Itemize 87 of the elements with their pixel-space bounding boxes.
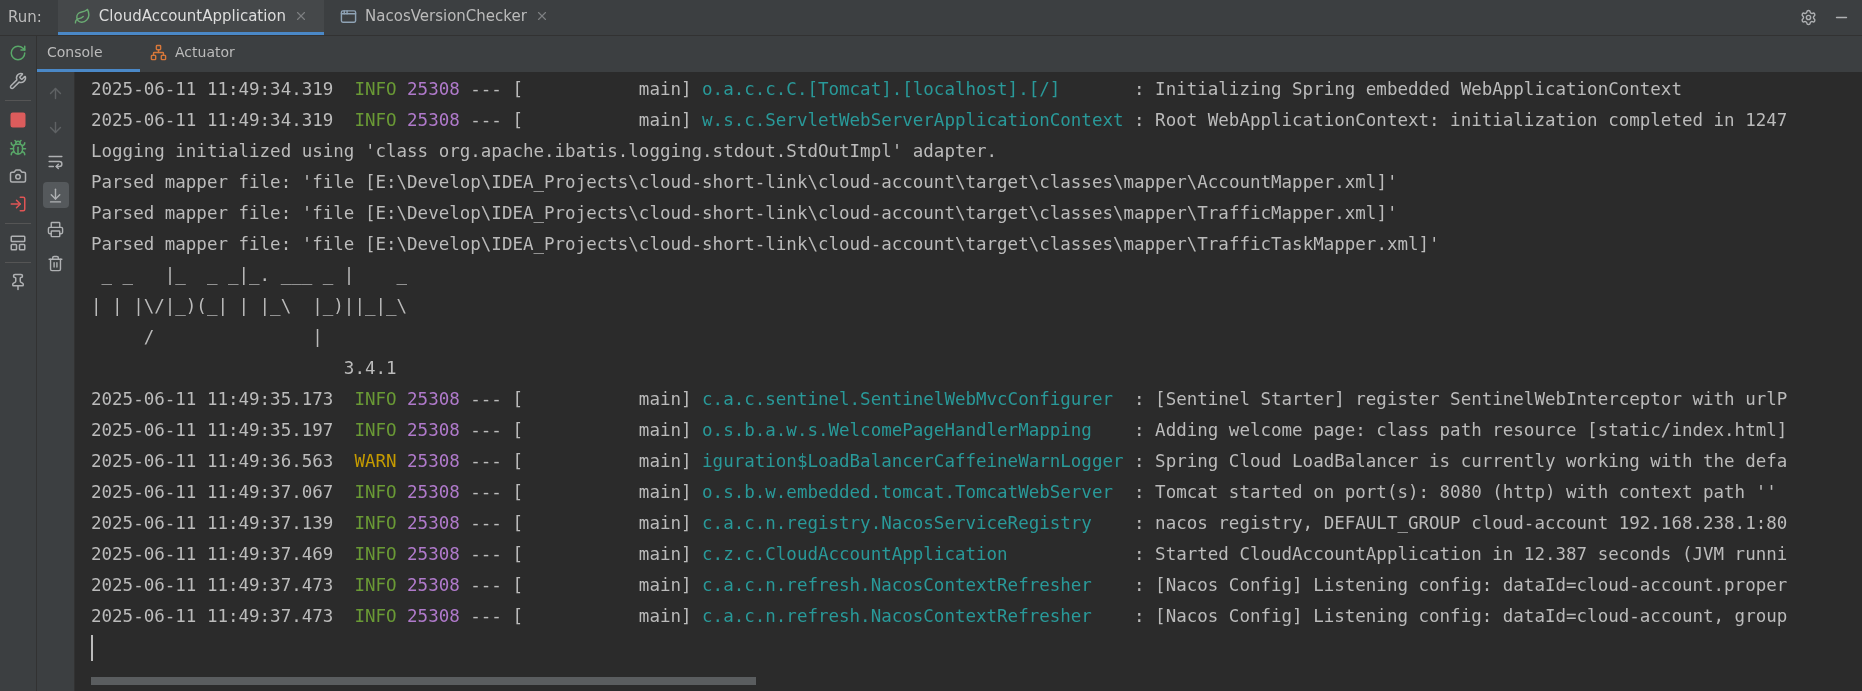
log-thread: --- [ main] [470, 419, 692, 442]
log-thread: --- [ main] [470, 388, 692, 411]
console-line: 3.4.1 [342, 357, 397, 380]
log-logger[interactable]: o.s.b.a.w.s.WelcomePageHandlerMapping [702, 420, 1092, 440]
log-message: : Adding welcome page: class path resource [static/index.html] [1134, 419, 1788, 442]
log-message: : Spring Cloud LoadBalancer is currently working with the defa [1134, 450, 1788, 473]
log-thread: --- [ main] [470, 109, 692, 132]
log-message: : Root WebApplicationContext: initialization completed in 1247 [1134, 109, 1788, 132]
console-tab[interactable]: Actuator [140, 36, 245, 72]
log-message: : [Nacos Config] Listening config: dataId=cloud-account, group [1134, 605, 1788, 628]
log-level: INFO [354, 574, 397, 597]
log-logger[interactable]: c.z.c.CloudAccountApplication [702, 544, 1008, 564]
log-logger[interactable]: c.a.c.sentinel.SentinelWebMvcConfigurer [702, 389, 1113, 409]
log-pid: 25308 [407, 78, 460, 101]
log-pid: 25308 [407, 481, 460, 504]
log-logger[interactable]: iguration$LoadBalancerCaffeineWarnLogger [702, 451, 1124, 471]
log-timestamp: 2025-06-11 11:49:35.197 [91, 419, 334, 442]
log-pid: 25308 [407, 109, 460, 132]
log-timestamp: 2025-06-11 11:49:37.067 [91, 481, 334, 504]
wrench-icon[interactable] [9, 72, 27, 90]
log-level: INFO [354, 543, 397, 566]
log-level: WARN [354, 450, 397, 473]
log-logger[interactable]: c.a.c.n.refresh.NacosContextRefresher [702, 606, 1092, 626]
log-logger[interactable]: o.a.c.c.C.[Tomcat].[localhost].[/] [702, 79, 1061, 99]
network-icon [150, 44, 167, 61]
log-thread: --- [ main] [470, 605, 692, 628]
log-pid: 25308 [407, 450, 460, 473]
console-line: / | [142, 326, 323, 349]
log-thread: --- [ main] [470, 574, 692, 597]
log-message: : Started CloudAccountApplication in 12.387 seconds (JVM runni [1134, 543, 1788, 566]
camera-icon[interactable] [9, 167, 27, 185]
log-message: : [Nacos Config] Listening config: dataId=cloud-account.proper [1134, 574, 1788, 597]
log-level: INFO [354, 388, 397, 411]
log-timestamp: 2025-06-11 11:49:37.469 [91, 543, 334, 566]
layout-icon[interactable] [9, 234, 27, 252]
log-level: INFO [354, 512, 397, 535]
log-message: : [Sentinel Starter] register SentinelWebInterceptor with urlP [1134, 388, 1788, 411]
log-message: : Initializing Spring embedded WebApplicationContext [1134, 78, 1682, 101]
horizontal-scrollbar[interactable] [91, 677, 756, 685]
log-timestamp: 2025-06-11 11:49:37.473 [91, 574, 334, 597]
log-pid: 25308 [407, 605, 460, 628]
log-pid: 25308 [407, 388, 460, 411]
log-level: INFO [354, 78, 397, 101]
exit-icon[interactable] [9, 195, 27, 213]
log-level: INFO [354, 419, 397, 442]
log-timestamp: 2025-06-11 11:49:34.319 [91, 78, 334, 101]
log-level: INFO [354, 605, 397, 628]
log-level: INFO [354, 109, 397, 132]
log-pid: 25308 [407, 419, 460, 442]
log-thread: --- [ main] [470, 450, 692, 473]
settings-icon[interactable] [1800, 9, 1817, 26]
bug-icon[interactable] [9, 139, 27, 157]
log-timestamp: 2025-06-11 11:49:36.563 [91, 450, 334, 473]
log-pid: 25308 [407, 512, 460, 535]
log-thread: --- [ main] [470, 78, 692, 101]
log-timestamp: 2025-06-11 11:49:35.173 [91, 388, 334, 411]
console-line: Parsed mapper file: 'file [E:\Develop\IDEA_Projects\cloud-short-link\cloud-account\target\classes\mapper\AccountMapper.xml]' [91, 171, 1398, 194]
log-message: : Tomcat started on port(s): 8080 (http) with context path '' [1134, 481, 1777, 504]
console-line: Logging initialized using 'class org.apache.ibatis.logging.stdout.StdOutImpl' adapter. [91, 140, 998, 163]
log-timestamp: 2025-06-11 11:49:37.473 [91, 605, 334, 628]
scroll-to-end-icon[interactable] [42, 182, 69, 208]
log-logger[interactable]: c.a.c.n.registry.NacosServiceRegistry [702, 513, 1092, 533]
log-logger[interactable]: c.a.c.n.refresh.NacosContextRefresher [702, 575, 1092, 595]
log-level: INFO [354, 481, 397, 504]
stop-icon[interactable] [9, 111, 27, 129]
log-message: : nacos registry, DEFAULT_GROUP cloud-account 192.168.238.1:80 [1134, 512, 1788, 535]
text-cursor [91, 635, 93, 661]
pin-icon[interactable] [9, 273, 27, 291]
leaf-icon [73, 7, 91, 25]
log-timestamp: 2025-06-11 11:49:37.139 [91, 512, 334, 535]
log-logger[interactable]: w.s.c.ServletWebServerApplicationContext [702, 110, 1124, 130]
window-icon [340, 7, 358, 25]
rerun-icon[interactable] [9, 44, 27, 62]
log-timestamp: 2025-06-11 11:49:34.319 [91, 109, 334, 132]
log-logger[interactable]: o.s.b.w.embedded.tomcat.TomcatWebServer [702, 482, 1113, 502]
log-pid: 25308 [407, 574, 460, 597]
log-pid: 25308 [407, 543, 460, 566]
run-tab[interactable]: CloudAccountApplication [57, 0, 325, 35]
log-thread: --- [ main] [470, 512, 692, 535]
console-line: | | |\/|_)(_| | |_\ |_)||_|_\ [91, 295, 409, 318]
run-label: Run: [8, 7, 42, 29]
console-line: _ _ |_ _ _|_. ___ _ | _ [100, 264, 409, 287]
run-tab[interactable]: NacosVersionChecker [324, 0, 565, 35]
log-thread: --- [ main] [470, 543, 692, 566]
log-thread: --- [ main] [470, 481, 692, 504]
console-line: Parsed mapper file: 'file [E:\Develop\IDEA_Projects\cloud-short-link\cloud-account\target\classes\mapper\TrafficMapper.xml]' [91, 202, 1398, 225]
console-line: Parsed mapper file: 'file [E:\Develop\IDEA_Projects\cloud-short-link\cloud-account\target\classes\mapper\TrafficTaskMapper.xml]' [91, 233, 1440, 256]
